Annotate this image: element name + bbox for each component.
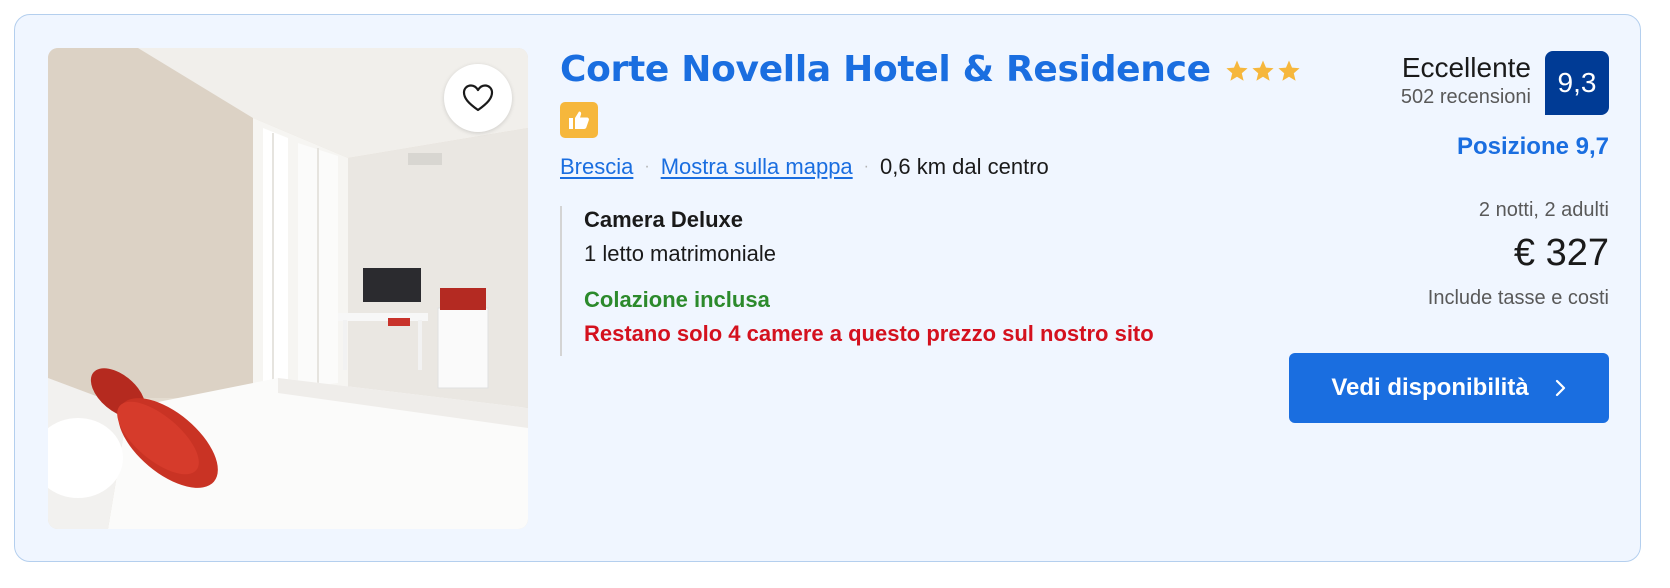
review-score-word: Eccellente xyxy=(1401,52,1531,83)
preferred-partner-badge[interactable] xyxy=(560,102,598,138)
bed-info: 1 letto matrimoniale xyxy=(584,241,776,266)
see-availability-label: Vedi disponibilità xyxy=(1331,374,1529,401)
price-column: Eccellente 502 recensioni 9,3 Posizione … xyxy=(1289,51,1609,423)
location-score: Posizione 9,7 xyxy=(1456,133,1609,160)
heart-icon xyxy=(462,84,494,112)
scarcity-message: Restano solo 4 camere a questo prezzo su… xyxy=(584,321,1154,346)
chevron-right-icon xyxy=(1555,379,1565,397)
separator-dot: · xyxy=(644,158,650,175)
show-on-map-link[interactable]: Mostra sulla mappa xyxy=(661,154,853,180)
hotel-photo[interactable] xyxy=(48,48,528,529)
room-details: Camera Deluxe 1 letto matrimoniale Colaz… xyxy=(560,206,1310,356)
see-availability-button[interactable]: Vedi disponibilità xyxy=(1289,353,1609,423)
hotel-name-link[interactable]: Corte Novella Hotel & Residence xyxy=(560,49,1211,90)
separator-dot: · xyxy=(863,158,869,175)
price: € 327 xyxy=(1513,232,1609,274)
review-summary[interactable]: Eccellente 502 recensioni 9,3 xyxy=(1289,51,1609,115)
room-type: Camera Deluxe xyxy=(584,207,743,232)
hotel-card: Corte Novella Hotel & Residence Brescia … xyxy=(14,14,1641,562)
city-link[interactable]: Brescia xyxy=(560,154,633,180)
stay-summary: 2 notti, 2 adulti xyxy=(1478,199,1609,221)
review-score-badge: 9,3 xyxy=(1545,51,1609,115)
distance-from-center: 0,6 km dal centro xyxy=(880,154,1049,179)
favorite-button[interactable] xyxy=(444,64,512,132)
review-count: 502 recensioni xyxy=(1400,86,1531,108)
breakfast-info: Colazione inclusa xyxy=(584,287,770,312)
hotel-info: Corte Novella Hotel & Residence Brescia … xyxy=(560,49,1310,356)
title-row: Corte Novella Hotel & Residence xyxy=(560,49,1310,90)
star-icon xyxy=(1226,60,1248,81)
review-text: Eccellente 502 recensioni xyxy=(1401,51,1531,109)
taxes-note: Include tasse e costi xyxy=(1427,287,1609,309)
star-icon xyxy=(1252,60,1274,81)
location-row: Brescia · Mostra sulla mappa · 0,6 km da… xyxy=(560,154,1310,180)
thumbs-up-icon xyxy=(569,111,589,129)
